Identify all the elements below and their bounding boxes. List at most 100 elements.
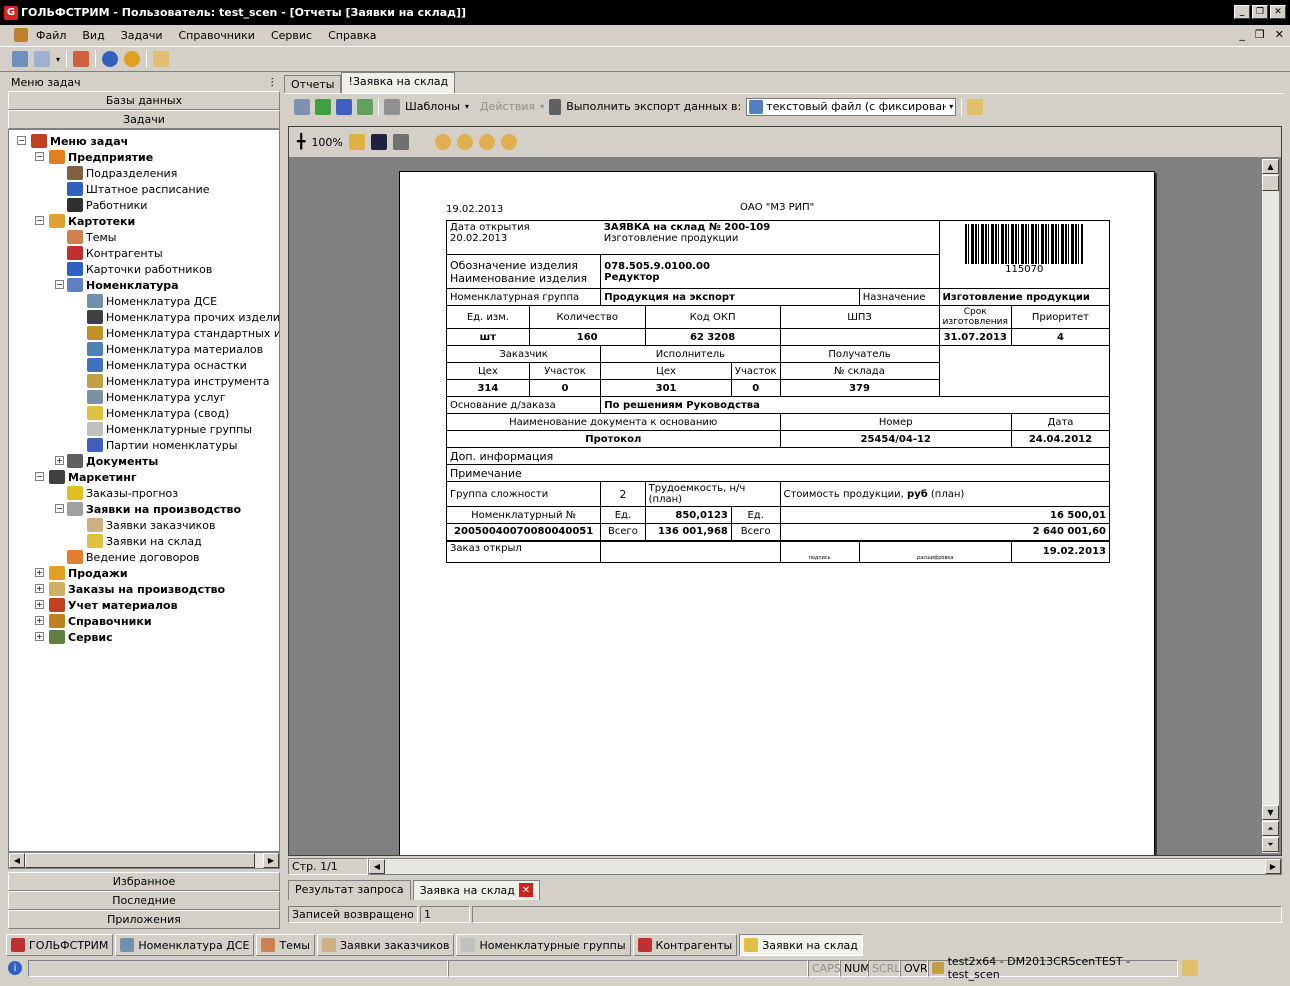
excel-icon[interactable] bbox=[315, 98, 331, 115]
tree-item[interactable]: Номенклатура ДСЕ bbox=[87, 293, 217, 309]
tree-item[interactable]: Подразделения bbox=[67, 165, 177, 181]
tree-item[interactable]: Маркетинг bbox=[49, 469, 137, 485]
calc-icon[interactable] bbox=[357, 98, 373, 115]
menu-help[interactable]: Справка bbox=[320, 29, 384, 42]
close-button[interactable]: ✕ bbox=[1270, 5, 1286, 19]
tree-item[interactable]: Номенклатура услуг bbox=[87, 389, 226, 405]
tree-item[interactable]: Сервис bbox=[49, 629, 113, 645]
actions-button[interactable]: Действия bbox=[480, 100, 535, 113]
tree-item[interactable]: Учет материалов bbox=[49, 597, 178, 613]
expand-toggle-icon[interactable]: − bbox=[35, 216, 44, 225]
page-up-icon[interactable]: ⏶ bbox=[1262, 821, 1279, 836]
close-report-icon[interactable] bbox=[967, 98, 984, 115]
tree-item[interactable]: Работники bbox=[67, 197, 147, 213]
add-icon[interactable] bbox=[34, 51, 50, 67]
scroll-right-icon[interactable]: ▶ bbox=[263, 853, 279, 868]
tree-item[interactable]: Ведение договоров bbox=[67, 549, 200, 565]
refresh-icon[interactable] bbox=[73, 51, 90, 67]
mdi-close-button[interactable]: ✕ bbox=[1275, 28, 1284, 41]
tree-item[interactable]: Заявки на производство bbox=[67, 501, 241, 517]
info-icon[interactable] bbox=[124, 51, 141, 67]
tree-item[interactable]: Картотеки bbox=[49, 213, 135, 229]
scroll-left-icon[interactable]: ◀ bbox=[9, 853, 25, 868]
tree-item[interactable]: Карточки работников bbox=[67, 261, 212, 277]
mdi-restore-button[interactable]: ❐ bbox=[1255, 28, 1265, 41]
word-icon[interactable] bbox=[336, 98, 352, 115]
tree-item[interactable]: Номенклатура bbox=[67, 277, 179, 293]
save-icon[interactable] bbox=[370, 134, 387, 150]
page-down-icon[interactable]: ⏷ bbox=[1262, 837, 1279, 852]
expand-toggle-icon[interactable]: − bbox=[55, 280, 64, 289]
tab-reports[interactable]: Отчеты bbox=[284, 75, 342, 93]
tree-item[interactable]: Контрагенты bbox=[67, 245, 163, 261]
tree-item[interactable]: Продажи bbox=[49, 565, 128, 581]
taskbar-button[interactable]: Номенклатурные группы bbox=[456, 934, 631, 956]
tree-item[interactable]: Предприятие bbox=[49, 149, 153, 165]
tree-item[interactable]: Номенклатурные группы bbox=[87, 421, 252, 437]
databases-bar[interactable]: Базы данных bbox=[8, 91, 280, 110]
taskbar-button[interactable]: Заявки на склад bbox=[739, 934, 863, 956]
scroll-thumb[interactable] bbox=[25, 853, 255, 868]
preview-icon[interactable] bbox=[294, 98, 310, 115]
scroll-right-icon[interactable]: ▶ bbox=[1265, 859, 1281, 874]
zoom-tool-icon[interactable]: ╋ bbox=[297, 134, 305, 150]
exit-icon[interactable] bbox=[1182, 960, 1198, 976]
app-menu-icon[interactable] bbox=[14, 28, 28, 42]
tree-item[interactable]: Партии номенклатуры bbox=[87, 437, 237, 453]
tree-item[interactable]: Документы bbox=[67, 453, 158, 469]
expand-toggle-icon[interactable]: + bbox=[55, 456, 64, 465]
prev-page-icon[interactable] bbox=[456, 134, 473, 150]
menu-tasks[interactable]: Задачи bbox=[113, 29, 171, 42]
scroll-thumb[interactable] bbox=[1262, 175, 1279, 191]
tree-item[interactable]: Номенклатура (свод) bbox=[87, 405, 229, 421]
expand-toggle-icon[interactable]: − bbox=[35, 152, 44, 161]
open-icon[interactable] bbox=[348, 134, 365, 150]
tree-item[interactable]: Справочники bbox=[49, 613, 152, 629]
tab-query-result[interactable]: Результат запроса bbox=[288, 879, 411, 900]
menu-service[interactable]: Сервис bbox=[263, 29, 320, 42]
tree-horizontal-scrollbar[interactable]: ◀ ▶ bbox=[8, 852, 280, 869]
report-horizontal-scrollbar[interactable]: ◀ ▶ bbox=[368, 858, 1282, 875]
scroll-down-icon[interactable]: ▼ bbox=[1262, 805, 1279, 820]
pin-icon[interactable]: ⵗ bbox=[270, 76, 274, 89]
tab-warehouse-result[interactable]: Заявка на склад ✕ bbox=[412, 879, 540, 900]
templates-button[interactable]: Шаблоны bbox=[405, 100, 460, 113]
mdi-minimize-button[interactable]: _ bbox=[1239, 28, 1245, 41]
minimize-button[interactable]: _ bbox=[1234, 5, 1250, 19]
expand-toggle-icon[interactable]: + bbox=[35, 632, 44, 641]
exit-icon[interactable] bbox=[153, 51, 170, 67]
tree-item[interactable]: Номенклатура прочих изделий bbox=[87, 309, 279, 325]
tree-item[interactable]: Номенклатура инструмента bbox=[87, 373, 270, 389]
menu-references[interactable]: Справочники bbox=[171, 29, 263, 42]
menu-file[interactable]: Файл bbox=[28, 29, 74, 42]
scroll-up-icon[interactable]: ▲ bbox=[1262, 159, 1279, 174]
tree-item[interactable]: Темы bbox=[67, 229, 116, 245]
zoom-level[interactable]: 100% bbox=[311, 136, 342, 149]
taskbar-button[interactable]: Заявки заказчиков bbox=[316, 934, 455, 956]
first-page-icon[interactable] bbox=[434, 134, 451, 150]
expand-toggle-icon[interactable]: + bbox=[35, 584, 44, 593]
favorites-bar[interactable]: Избранное bbox=[8, 872, 280, 891]
taskbar-button[interactable]: Номенклатура ДСЕ bbox=[115, 934, 255, 956]
close-tab-icon[interactable]: ✕ bbox=[518, 883, 533, 897]
taskbar-button[interactable]: Контрагенты bbox=[632, 934, 738, 956]
tree-item[interactable]: Заявки заказчиков bbox=[87, 517, 216, 533]
taskbar-button[interactable]: Темы bbox=[256, 934, 315, 956]
tree-item[interactable]: Меню задач bbox=[31, 133, 128, 149]
expand-toggle-icon[interactable]: − bbox=[55, 504, 64, 513]
taskbar-button[interactable]: ГОЛЬФСТРИМ bbox=[6, 934, 114, 956]
expand-toggle-icon[interactable]: + bbox=[35, 568, 44, 577]
restore-button[interactable]: ❐ bbox=[1252, 5, 1268, 19]
export-format-select[interactable]: текстовый файл (с фиксированным ▾ bbox=[746, 97, 957, 116]
expand-toggle-icon[interactable]: − bbox=[35, 472, 44, 481]
tree-item[interactable]: Заказы на производство bbox=[49, 581, 225, 597]
print-icon[interactable] bbox=[392, 134, 409, 150]
menu-view[interactable]: Вид bbox=[74, 29, 112, 42]
tree-item[interactable]: Заявки на склад bbox=[87, 533, 202, 549]
expand-toggle-icon[interactable]: − bbox=[17, 136, 26, 145]
chevron-down-icon[interactable]: ▾ bbox=[949, 102, 953, 111]
applications-bar[interactable]: Приложения bbox=[8, 910, 280, 929]
expand-toggle-icon[interactable]: + bbox=[35, 616, 44, 625]
tab-warehouse-request[interactable]: !Заявка на склад bbox=[341, 72, 456, 93]
tree-item[interactable]: Номенклатура стандартных изде bbox=[87, 325, 279, 341]
